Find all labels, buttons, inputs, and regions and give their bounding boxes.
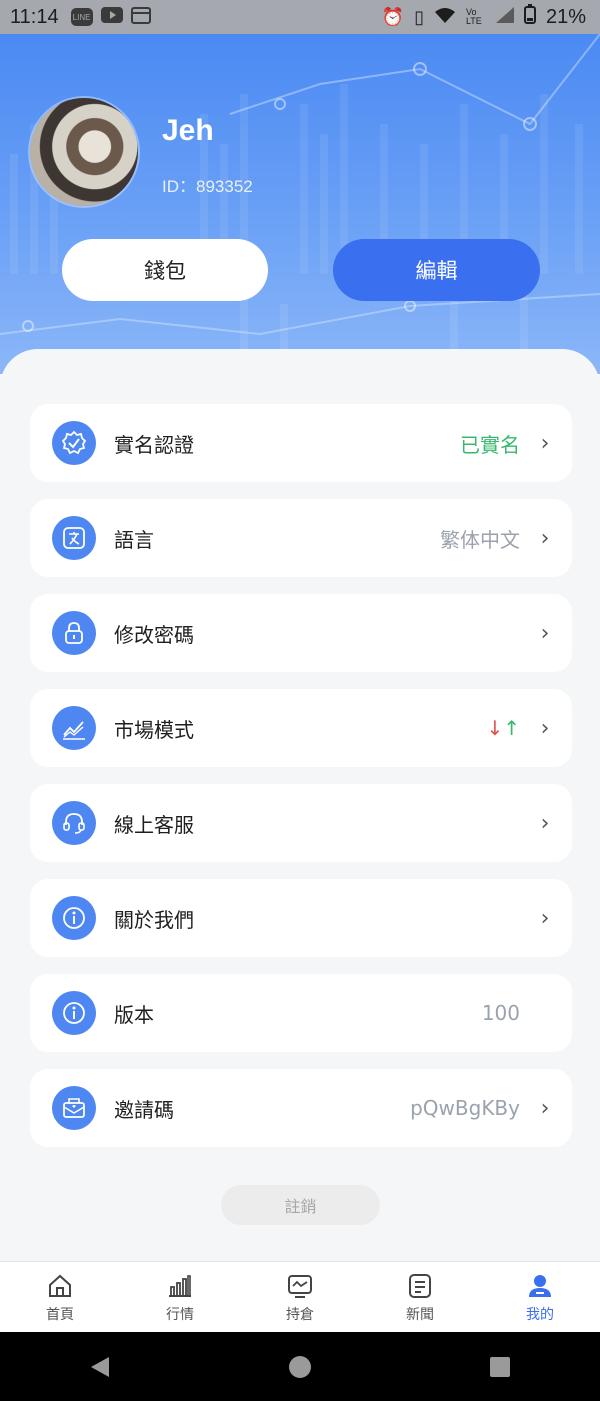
up-arrow-icon: ↑	[503, 716, 520, 740]
menu-label: 修改密碼	[114, 622, 194, 647]
nav-label: 行情	[166, 1306, 194, 1323]
info-icon	[52, 991, 96, 1035]
market-mode-arrows: ↓↑	[486, 716, 520, 740]
verification-status: 已實名	[460, 432, 520, 457]
avatar[interactable]	[30, 98, 138, 206]
news-icon	[409, 1273, 431, 1298]
language-value: 繁体中文	[440, 527, 520, 552]
settings-panel: 實名認證 已實名 › 語言 繁体中文 › 修改密碼 › 市場模式 ↓↑ › 線上…	[0, 349, 600, 1261]
menu-label: 邀請碼	[114, 1097, 174, 1122]
down-arrow-icon: ↓	[486, 716, 504, 740]
chart-trend-icon	[52, 706, 96, 750]
username: Jeh	[162, 114, 214, 147]
mail-icon	[52, 1086, 96, 1130]
status-time: 11:14	[10, 5, 59, 28]
nav-label: 首頁	[46, 1306, 74, 1323]
battery-level: 21%	[545, 5, 586, 28]
logout-button[interactable]: 註銷	[221, 1185, 380, 1225]
menu-item-market-mode[interactable]: 市場模式 ↓↑ ›	[30, 689, 572, 767]
menu-item-language[interactable]: 語言 繁体中文 ›	[30, 499, 572, 577]
system-nav-bar	[0, 1332, 600, 1401]
home-circle-icon[interactable]	[287, 1354, 313, 1380]
menu-label: 關於我們	[114, 907, 194, 932]
chevron-right-icon: ›	[540, 1095, 550, 1121]
headset-icon	[52, 801, 96, 845]
menu-item-verification[interactable]: 實名認證 已實名 ›	[30, 404, 572, 482]
nav-item-positions[interactable]: 持倉	[240, 1262, 360, 1333]
menu-item-about-us[interactable]: 關於我們 ›	[30, 879, 572, 957]
invite-code-value[interactable]: pQwBgKBy	[410, 1096, 520, 1120]
nav-label: 我的	[526, 1306, 554, 1323]
chevron-right-icon: ›	[540, 430, 550, 456]
chevron-right-icon: ›	[540, 620, 550, 646]
menu-item-customer-service[interactable]: 線上客服 ›	[30, 784, 572, 862]
nav-item-market[interactable]: 行情	[120, 1262, 240, 1333]
menu-label: 實名認證	[114, 432, 194, 457]
home-icon	[49, 1274, 71, 1297]
wallet-button[interactable]: 錢包	[62, 239, 268, 301]
bar-chart-icon	[169, 1274, 191, 1297]
chevron-right-icon: ›	[540, 525, 550, 551]
calendar-icon	[130, 6, 151, 29]
portfolio-icon	[288, 1274, 312, 1298]
battery-icon	[523, 4, 536, 30]
user-icon	[529, 1274, 551, 1297]
menu-item-version: 版本 100 ›	[30, 974, 572, 1052]
user-id: ID：893352	[162, 177, 253, 196]
menu-label: 語言	[114, 527, 154, 552]
volte-icon: Vo LTE	[465, 7, 482, 26]
profile-header: Jeh ID：893352 錢包 編輯	[0, 34, 600, 374]
nav-item-me[interactable]: 我的	[480, 1262, 600, 1333]
back-icon[interactable]	[87, 1354, 113, 1380]
chevron-right-icon: ›	[540, 810, 550, 836]
alarm-icon: ⏰	[381, 6, 405, 27]
lock-icon	[52, 611, 96, 655]
chevron-right-icon: ›	[540, 905, 550, 931]
menu-item-invite-code[interactable]: 邀請碼 pQwBgKBy ›	[30, 1069, 572, 1147]
signal-icon	[495, 6, 514, 29]
menu-label: 線上客服	[114, 812, 194, 837]
nav-item-news[interactable]: 新聞	[360, 1262, 480, 1333]
info-icon	[52, 896, 96, 940]
translate-icon	[52, 516, 96, 560]
status-bar: 11:14 LINE ⏰ ▯ Vo LTE 21%	[0, 0, 600, 34]
version-value: 100	[481, 1001, 520, 1025]
badge-check-icon	[52, 421, 96, 465]
nav-item-home[interactable]: 首頁	[0, 1262, 120, 1333]
nav-label: 新聞	[406, 1306, 434, 1323]
edit-button[interactable]: 編輯	[333, 239, 540, 301]
recents-icon[interactable]	[487, 1354, 513, 1380]
line-icon: LINE	[70, 8, 93, 26]
nav-label: 持倉	[286, 1306, 314, 1323]
youtube-icon	[100, 6, 123, 28]
menu-label: 版本	[114, 1002, 154, 1027]
vibrate-icon: ▯	[414, 6, 424, 27]
chevron-right-icon: ›	[540, 715, 550, 741]
bottom-nav: 首頁 行情 持倉 新聞 我的	[0, 1261, 600, 1333]
menu-label: 市場模式	[114, 717, 194, 742]
wifi-icon	[434, 6, 456, 29]
menu-item-change-password[interactable]: 修改密碼 ›	[30, 594, 572, 672]
